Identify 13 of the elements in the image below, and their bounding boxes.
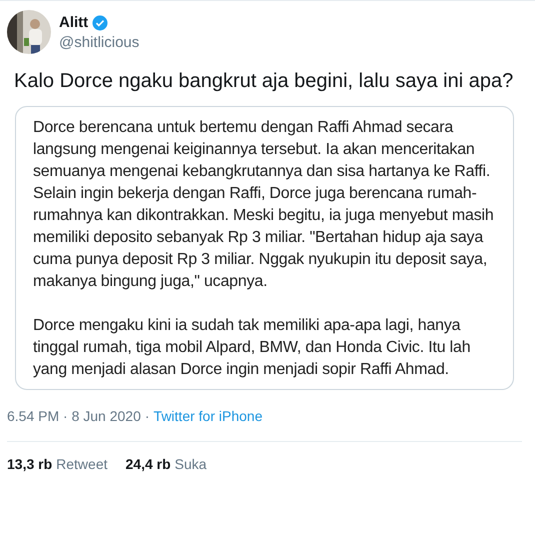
timestamp[interactable]: 6.54 PM · 8 Jun 2020	[7, 406, 141, 427]
attached-screenshot[interactable]	[15, 106, 514, 390]
author-handle[interactable]: @shitlicious	[59, 34, 140, 52]
stat-label[interactable]: Suka	[174, 454, 207, 475]
tweet-text: Kalo Dorce ngaku bangkrut aja begini, lalu saya ini apa?	[13, 69, 514, 94]
stat-count[interactable]: 24,4 rb	[126, 454, 171, 475]
article-paragraph: Dorce berencana untuk bertemu dengan Raffi Ahmad secara langsung mengenai keiginannya tersebut. Ia akan menceritakan semuanya mengenai kebangkrutannya dan sisa hartanya ke Raffi. Selain ingin bekerja dengan Raffi, Dorce juga berencana rumah-rumahnya kan dikontrakkan. Meski begitu, ia juga menyebut masih memiliki deposito sebanyak Rp 3 miliar. "Bertahan hidup aja saya cuma punya deposit Rp 3 miliar. Nggak nyukupin itu deposit saya, makanya bingung juga," ucapnya.	[33, 118, 495, 292]
stat-count[interactable]: 13,3 rb	[7, 454, 52, 475]
source-link[interactable]: Twitter for iPhone	[154, 406, 262, 427]
separator-dot: ·	[144, 407, 150, 426]
author-name[interactable]: Alitt	[59, 12, 88, 34]
article-paragraph: Dorce mengaku kini ia sudah tak memiliki apa-apa lagi, hanya tinggal rumah, tiga mobil Alpard, BMW, dan Honda Civic. Itu lah yang menjadi alasan Dorce ingin menjadi sopir Raffi Ahmad.	[33, 316, 472, 380]
stat-label[interactable]: Retweet	[56, 454, 108, 475]
